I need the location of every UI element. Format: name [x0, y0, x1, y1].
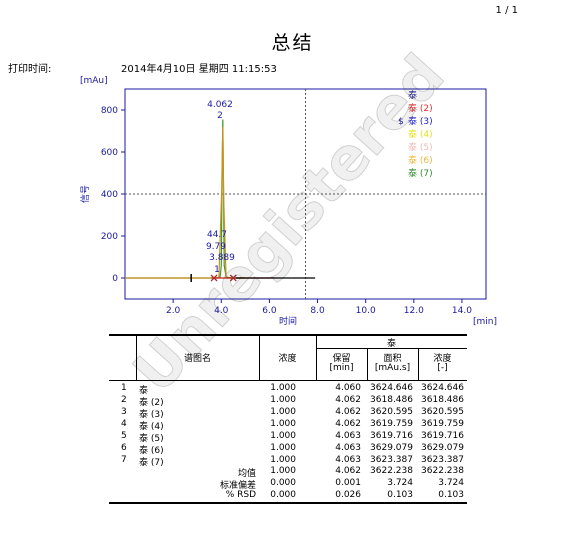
row-concentration-2: 3623.387	[421, 455, 464, 465]
y-tick-label: 400	[101, 190, 118, 200]
stat-retention: 0.026	[335, 490, 361, 500]
stat-concentration-2: 3.724	[438, 478, 464, 488]
row-retention: 4.062	[335, 407, 361, 417]
stat-concentration-2: 3622.238	[421, 466, 464, 476]
row-area: 3619.716	[370, 431, 413, 441]
row-concentration: 1.000	[270, 395, 296, 405]
row-concentration-2: 3618.486	[421, 395, 464, 405]
x-axis-unit: [min]	[473, 317, 497, 327]
peak-label: 4.062	[207, 100, 233, 110]
row-area: 3623.387	[370, 455, 413, 465]
peak-label: 44.7	[207, 230, 227, 240]
y-axis-unit: [mAu]	[80, 76, 108, 86]
stat-label: % RSD	[225, 490, 256, 500]
report-title: 总结	[271, 32, 314, 54]
y-tick-label: 600	[101, 148, 118, 158]
row-retention: 4.062	[335, 419, 361, 429]
legend-entry: 泰 (5)	[408, 141, 433, 153]
row-area: 3619.759	[370, 419, 413, 429]
legend-entry: 泰 (6)	[408, 154, 433, 166]
row-index: 3	[121, 407, 127, 417]
header-concentration: 浓度	[278, 354, 297, 364]
row-retention: 4.060	[335, 383, 361, 393]
row-concentration-2: 3629.079	[421, 443, 464, 453]
row-concentration: 1.000	[270, 431, 296, 441]
row-concentration: 1.000	[270, 443, 296, 453]
row-retention: 4.063	[335, 455, 361, 465]
compound-header: 泰	[386, 339, 396, 349]
y-axis-label: 信号	[79, 185, 91, 203]
row-concentration: 1.000	[270, 383, 296, 393]
row-area: 3620.595	[370, 407, 413, 417]
stat-area: 0.103	[387, 490, 413, 500]
x-tick-label: 8.0	[310, 306, 325, 316]
row-index: 7	[121, 455, 127, 465]
stat-concentration: 0.000	[270, 490, 296, 500]
row-concentration: 1.000	[270, 455, 296, 465]
header-concentration-2-unit: [-]	[437, 363, 448, 373]
y-tick-label: 0	[112, 274, 118, 284]
x-tick-label: 10.0	[356, 306, 376, 316]
x-tick-label: 14.0	[452, 306, 472, 316]
row-index: 4	[121, 419, 127, 429]
row-retention: 4.062	[335, 395, 361, 405]
row-index: 1	[121, 383, 127, 393]
table-bottom-rule	[109, 502, 467, 504]
peak-label: 2	[217, 111, 223, 121]
header-area-unit: [mAu.s]	[374, 363, 411, 373]
row-area: 3624.646	[370, 383, 413, 393]
row-area: 3618.486	[370, 395, 413, 405]
header-retention-unit: [min]	[329, 363, 354, 373]
row-concentration: 1.000	[270, 419, 296, 429]
y-tick-label: 800	[101, 106, 118, 116]
stat-area: 3.724	[387, 478, 413, 488]
stat-retention: 4.062	[335, 466, 361, 476]
stat-retention: 0.001	[335, 478, 361, 488]
stat-area: 3622.238	[370, 466, 413, 476]
legend-entry: 泰 (7)	[408, 167, 433, 179]
page-number: 1 / 1	[495, 5, 518, 16]
y-tick-label: 200	[101, 232, 118, 242]
stat-concentration: 1.000	[270, 466, 296, 476]
x-tick-label: 6.0	[262, 306, 277, 316]
row-concentration-2: 3620.595	[421, 407, 464, 417]
row-concentration: 1.000	[270, 407, 296, 417]
x-tick-label: 12.0	[404, 306, 424, 316]
row-concentration-2: 3619.759	[421, 419, 464, 429]
row-area: 3629.079	[370, 443, 413, 453]
row-index: 5	[121, 431, 127, 441]
row-concentration-2: 3624.646	[421, 383, 464, 393]
row-retention: 4.063	[335, 431, 361, 441]
row-index: 2	[121, 395, 127, 405]
row-retention: 4.063	[335, 443, 361, 453]
stat-concentration-2: 0.103	[438, 490, 464, 500]
stat-concentration: 0.000	[270, 478, 296, 488]
x-axis-label: 时间	[279, 315, 297, 327]
row-index: 6	[121, 443, 127, 453]
row-concentration-2: 3619.716	[421, 431, 464, 441]
